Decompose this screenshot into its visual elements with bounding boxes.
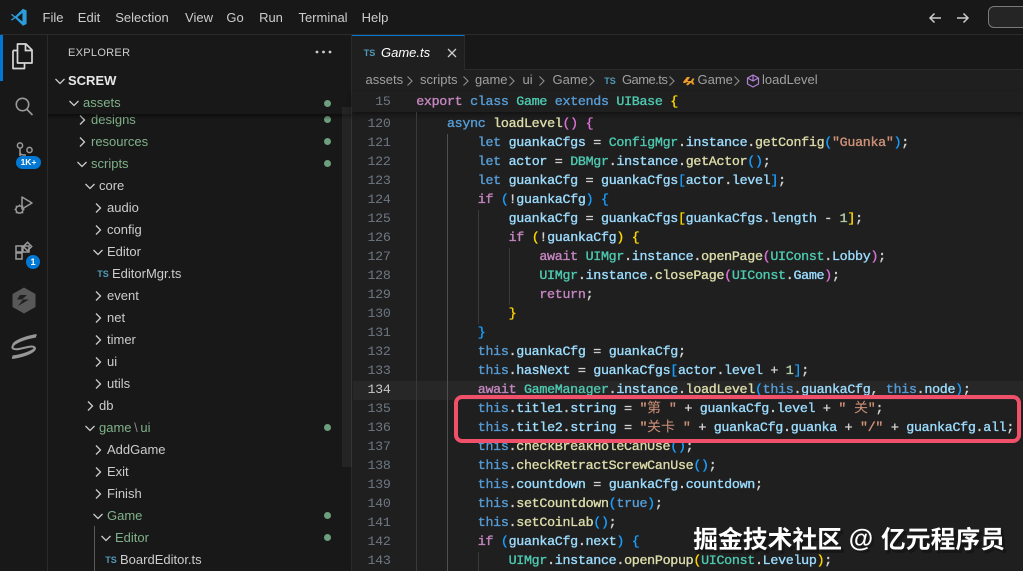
svg-text:@: @ (849, 525, 873, 553)
svg-text:@: @ (851, 528, 875, 556)
